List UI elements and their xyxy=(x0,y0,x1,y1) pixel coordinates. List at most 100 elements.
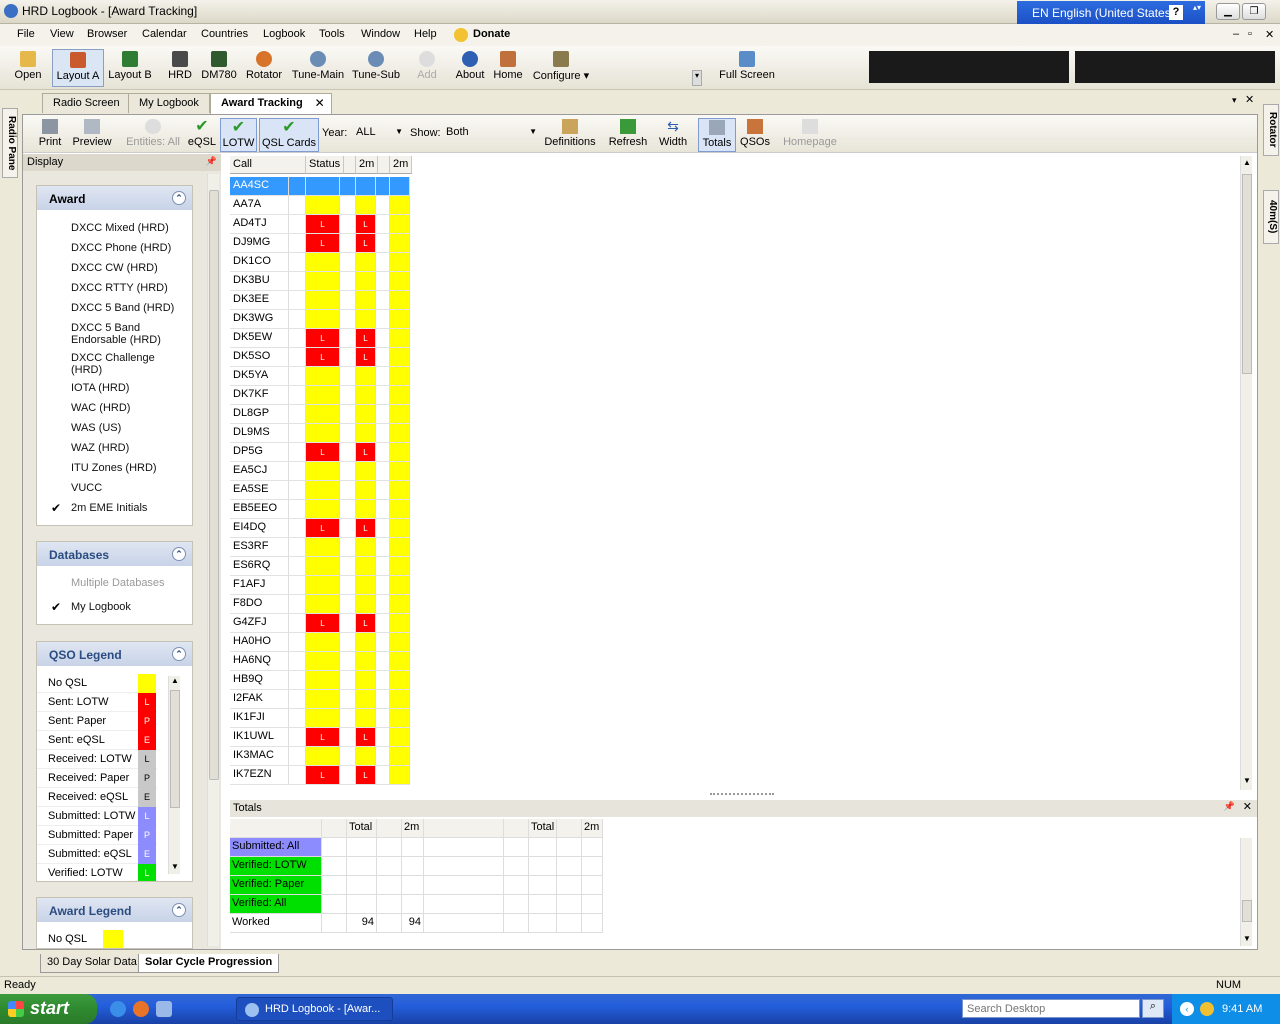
grid-row[interactable]: EI4DQ L L xyxy=(230,519,412,538)
grid-row[interactable]: DK5SO L L xyxy=(230,348,412,367)
grid-row[interactable]: DK3EE xyxy=(230,291,412,310)
cell-spacer[interactable] xyxy=(340,348,356,367)
cell-call[interactable]: G4ZFJ xyxy=(230,614,289,633)
cell-status[interactable]: L xyxy=(306,728,340,747)
grid-row[interactable]: HA0HO xyxy=(230,633,412,652)
rotator-button[interactable]: Rotator xyxy=(243,49,285,87)
cell-status[interactable]: L xyxy=(306,215,340,234)
cell-2m[interactable] xyxy=(390,177,410,196)
cell-spacer[interactable] xyxy=(289,481,306,500)
cell-2m[interactable] xyxy=(390,253,410,272)
cell-spacer[interactable] xyxy=(289,424,306,443)
cell-call[interactable]: DK5YA xyxy=(230,367,289,386)
cell-call[interactable]: DK1CO xyxy=(230,253,289,272)
cell-call[interactable]: DL9MS xyxy=(230,424,289,443)
search-icon[interactable]: ⌕ xyxy=(1142,999,1164,1018)
collapse-icon[interactable]: ⌃ xyxy=(172,547,186,561)
cell-status[interactable]: L xyxy=(356,348,376,367)
cell-2m[interactable] xyxy=(390,215,410,234)
cell-status[interactable] xyxy=(356,310,376,329)
qsos-button[interactable]: QSOs xyxy=(739,118,771,152)
configure-button[interactable]: Configure ▾ xyxy=(532,49,590,87)
cell-call[interactable]: DJ9MG xyxy=(230,234,289,253)
tune-main-button[interactable]: Tune-Main xyxy=(291,49,345,87)
grid-row[interactable]: DK5YA xyxy=(230,367,412,386)
ie-icon[interactable] xyxy=(110,1001,126,1017)
cell-spacer[interactable] xyxy=(289,500,306,519)
cell-spacer[interactable] xyxy=(340,614,356,633)
cell-spacer[interactable] xyxy=(340,196,356,215)
cell-spacer[interactable] xyxy=(376,329,390,348)
cell-2m[interactable] xyxy=(390,234,410,253)
award-dxcc-5band-endorsable[interactable]: DXCC 5 Band Endorsable (HRD) xyxy=(71,322,171,346)
grid-row[interactable]: G4ZFJ L L xyxy=(230,614,412,633)
menu-view[interactable]: View xyxy=(50,28,74,40)
eqsl-button[interactable]: ✔ eQSL xyxy=(187,118,217,152)
cell-spacer[interactable] xyxy=(289,405,306,424)
cell-spacer[interactable] xyxy=(376,633,390,652)
award-waz[interactable]: WAZ (HRD) xyxy=(71,442,129,454)
cell-status[interactable] xyxy=(356,481,376,500)
cell-spacer[interactable] xyxy=(376,538,390,557)
cell-status[interactable] xyxy=(356,747,376,766)
col-2m-second-header[interactable]: 2m xyxy=(390,156,412,174)
cell-spacer[interactable] xyxy=(340,462,356,481)
cell-2m[interactable] xyxy=(390,538,410,557)
cell-call[interactable]: I2FAK xyxy=(230,690,289,709)
cell-status[interactable] xyxy=(356,671,376,690)
cell-call[interactable]: IK7EZN xyxy=(230,766,289,785)
cell-2m[interactable] xyxy=(390,310,410,329)
databases-group-header[interactable]: Databases ⌃ xyxy=(37,542,192,566)
cell-spacer[interactable] xyxy=(376,614,390,633)
cell-spacer[interactable] xyxy=(340,253,356,272)
homepage-button[interactable]: Homepage xyxy=(782,118,838,152)
cell-spacer[interactable] xyxy=(376,728,390,747)
cell-spacer[interactable] xyxy=(289,462,306,481)
cell-spacer[interactable] xyxy=(376,253,390,272)
cell-spacer[interactable] xyxy=(340,633,356,652)
print-button[interactable]: Print xyxy=(35,118,65,152)
cell-spacer[interactable] xyxy=(340,443,356,462)
show-select[interactable]: Both ▼ xyxy=(443,124,539,142)
grid-row[interactable]: IK1UWL L L xyxy=(230,728,412,747)
cell-2m[interactable] xyxy=(390,196,410,215)
cell-status[interactable] xyxy=(356,652,376,671)
award-iota[interactable]: IOTA (HRD) xyxy=(71,382,129,394)
col-call-header[interactable]: Call xyxy=(230,156,306,174)
language-bar[interactable]: EN English (United States) ? ▴▾ xyxy=(1017,1,1205,25)
award-was[interactable]: WAS (US) xyxy=(71,422,121,434)
cell-2m[interactable] xyxy=(390,348,410,367)
cell-status[interactable] xyxy=(356,538,376,557)
cell-spacer[interactable] xyxy=(289,329,306,348)
menu-countries[interactable]: Countries xyxy=(201,28,248,40)
grid-row[interactable]: DK3BU xyxy=(230,272,412,291)
cell-spacer[interactable] xyxy=(289,614,306,633)
totals-scrollbar[interactable]: ▼ xyxy=(1240,838,1252,946)
totals-col-total-2[interactable]: Total xyxy=(529,819,557,838)
pin-icon[interactable]: 📌 xyxy=(1224,801,1235,812)
cell-status[interactable] xyxy=(306,405,340,424)
cell-spacer[interactable] xyxy=(340,500,356,519)
cell-status[interactable] xyxy=(306,462,340,481)
cell-spacer[interactable] xyxy=(340,671,356,690)
cell-spacer[interactable] xyxy=(376,652,390,671)
scroll-thumb[interactable] xyxy=(1242,174,1252,374)
minimize-button[interactable]: ▁ xyxy=(1216,3,1240,20)
cell-2m[interactable] xyxy=(390,652,410,671)
menu-tools[interactable]: Tools xyxy=(319,28,345,40)
award-dxcc-5band[interactable]: DXCC 5 Band (HRD) xyxy=(71,302,174,314)
col-2m-b-header[interactable] xyxy=(378,156,390,174)
cell-spacer[interactable] xyxy=(376,367,390,386)
scroll-up-icon[interactable]: ▲ xyxy=(171,676,179,685)
help-icon[interactable]: ? xyxy=(1169,5,1183,20)
cell-spacer[interactable] xyxy=(340,386,356,405)
cell-status[interactable] xyxy=(356,576,376,595)
mdi-close-icon[interactable]: ✕ xyxy=(1265,28,1274,41)
menu-file[interactable]: File xyxy=(17,28,35,40)
tray-app-icon[interactable] xyxy=(1200,1002,1214,1016)
cell-spacer[interactable] xyxy=(289,177,306,196)
cell-status[interactable] xyxy=(356,291,376,310)
col-2m-header[interactable]: 2m xyxy=(356,156,378,174)
collapse-icon[interactable]: ⌃ xyxy=(172,903,186,917)
grid-row[interactable]: ES6RQ xyxy=(230,557,412,576)
